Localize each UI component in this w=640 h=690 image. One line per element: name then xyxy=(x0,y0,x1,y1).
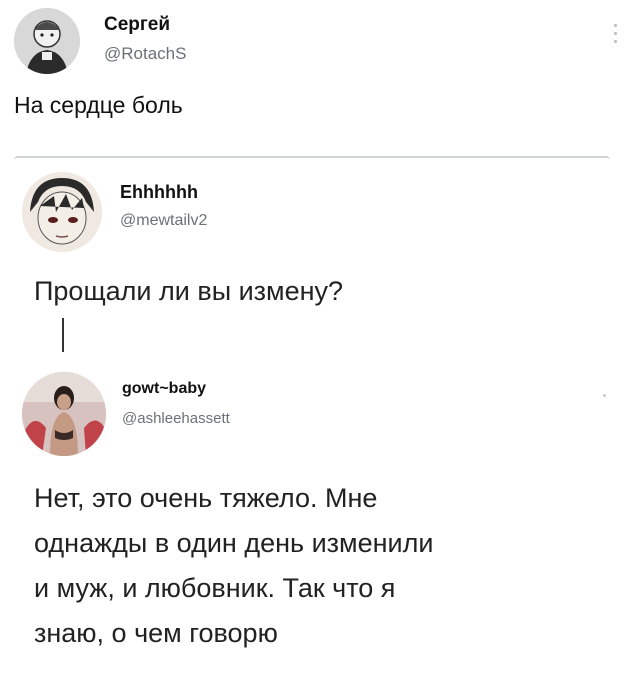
avatar[interactable] xyxy=(14,8,80,74)
more-vertical-icon[interactable] xyxy=(614,24,620,46)
reply-author-handle: @ashleehassett xyxy=(122,410,230,427)
quote-avatar xyxy=(22,172,102,252)
author-name[interactable]: Сергей xyxy=(104,14,170,36)
quoted-tweet-screenshot[interactable]: Ehhhhhh @mewtailv2 Прощали ли вы измену?… xyxy=(14,156,610,682)
quote-author-handle: @mewtailv2 xyxy=(120,212,208,229)
reply-text-line: и муж, и любовник. Так что я xyxy=(34,573,396,603)
tweet-text: На сердце боль xyxy=(14,92,183,118)
reply-author-name: gowt~baby xyxy=(122,380,207,397)
quote-text: Прощали ли вы измену? xyxy=(34,276,344,306)
photo-avatar-icon xyxy=(22,372,106,456)
reply-text-line: однажды в один день изменили xyxy=(34,528,434,558)
dot-icon xyxy=(603,394,606,397)
reply-avatar xyxy=(22,372,106,456)
avatar-illustration-icon xyxy=(14,8,80,74)
author-handle[interactable]: @RotachS xyxy=(104,44,186,64)
anime-avatar-icon xyxy=(22,172,102,252)
reply-text-line: Нет, это очень тяжело. Мне xyxy=(34,483,378,513)
thread-line xyxy=(62,318,64,352)
reply-text-line: знаю, о чем говорю xyxy=(34,618,278,648)
tweet-header: Сергей @RotachS xyxy=(14,8,626,80)
quote-author-name: Ehhhhhh xyxy=(120,182,198,202)
reply-text: Нет, это очень тяжело. Мне однажды в оди… xyxy=(34,476,604,656)
